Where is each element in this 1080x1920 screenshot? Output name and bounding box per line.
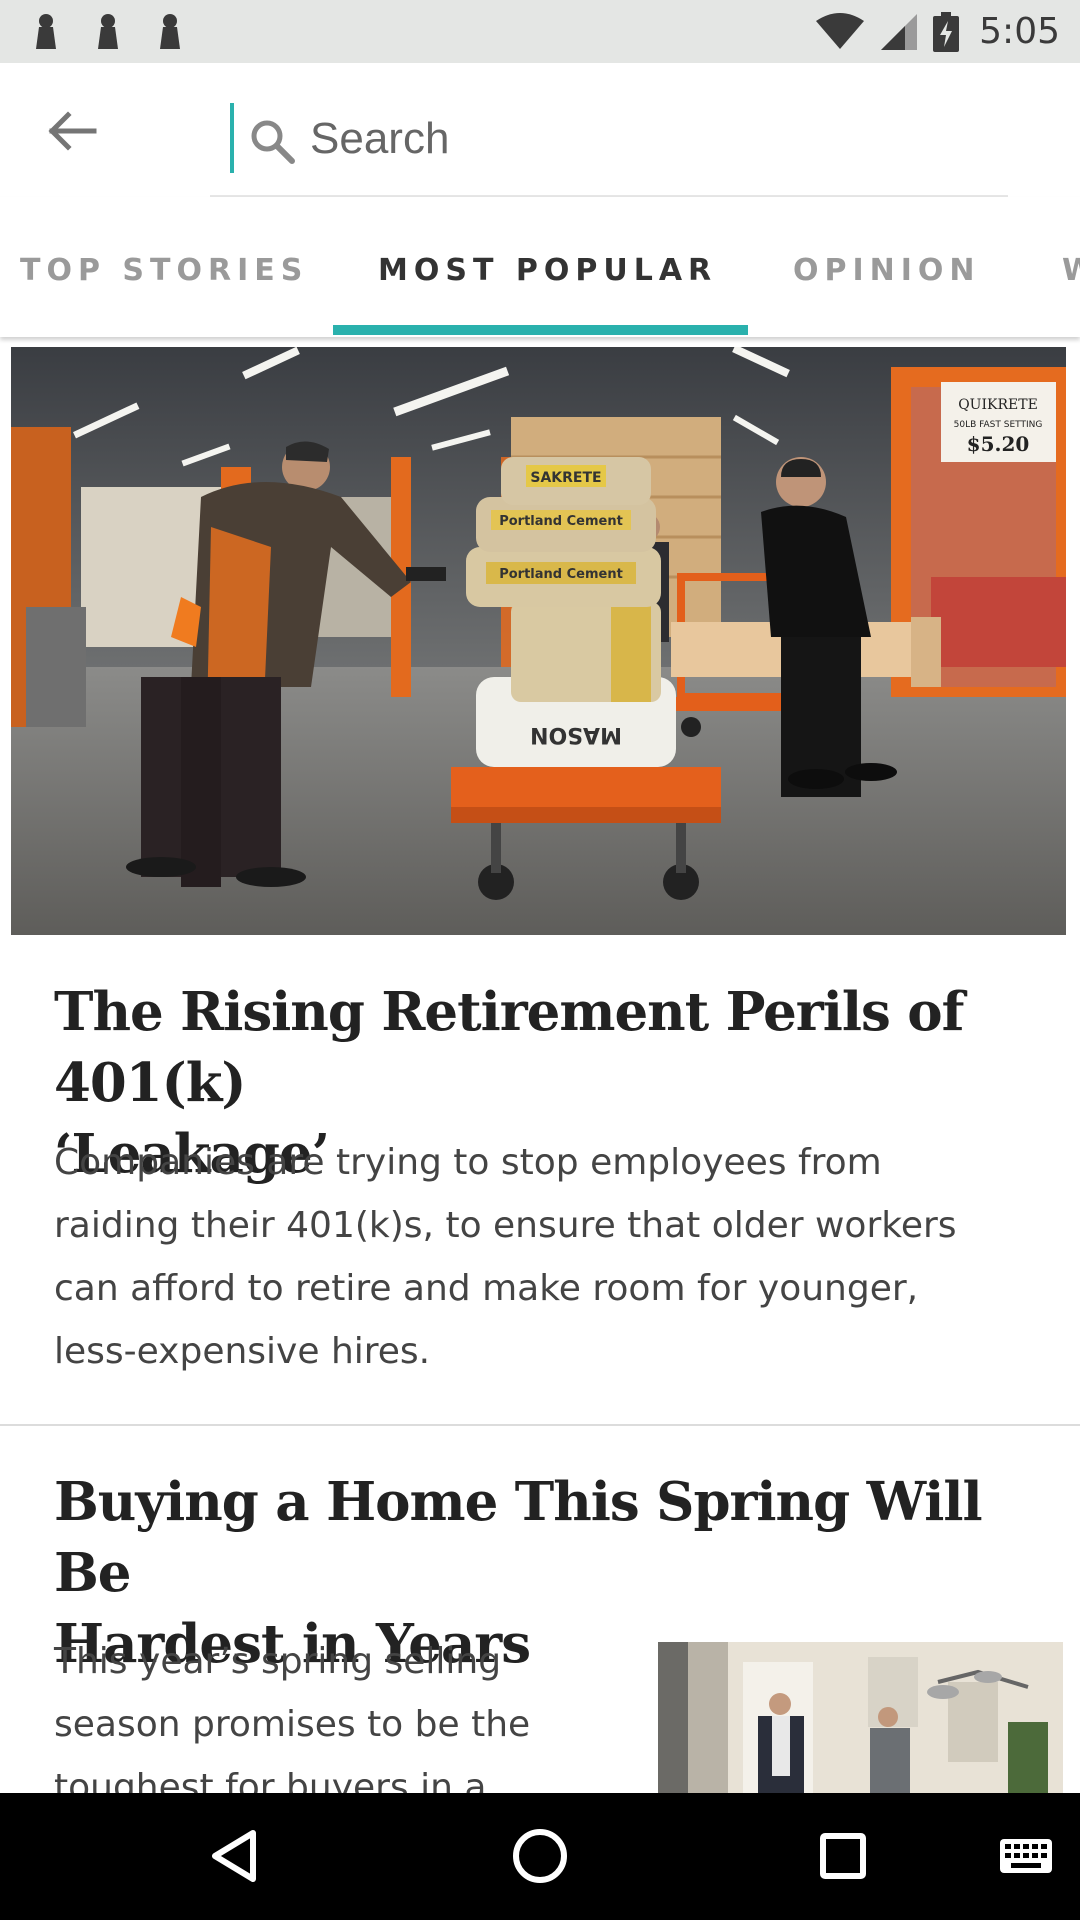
recents-square-icon bbox=[820, 1833, 866, 1879]
bag-2-label: Portland Cement bbox=[499, 514, 623, 529]
search-box[interactable] bbox=[210, 99, 1008, 197]
back-button[interactable] bbox=[46, 111, 100, 151]
active-tab-indicator bbox=[333, 325, 748, 335]
notification-icon bbox=[34, 13, 58, 51]
notification-icon bbox=[96, 13, 120, 51]
cellular-signal-icon bbox=[881, 13, 918, 50]
article-summary: Companies are trying to stop employees f… bbox=[54, 1131, 957, 1383]
search-input[interactable] bbox=[310, 107, 990, 171]
arrow-left-icon bbox=[48, 111, 97, 151]
home-circle-icon bbox=[513, 1829, 567, 1883]
search-icon bbox=[251, 120, 295, 164]
battery-charging-icon bbox=[933, 11, 960, 52]
system-status: 5:05 bbox=[815, 11, 1060, 52]
status-bar: 5:05 bbox=[0, 0, 1080, 63]
bag-1-label: SAKRETE bbox=[530, 470, 601, 486]
tab-opinion[interactable]: OPINION bbox=[793, 253, 981, 293]
search-header bbox=[0, 63, 1080, 197]
nav-recents-button[interactable] bbox=[810, 1823, 876, 1889]
notification-icons bbox=[34, 13, 182, 51]
summary-line: season promises to be the bbox=[54, 1704, 531, 1745]
article-divider bbox=[0, 1424, 1080, 1426]
headline-line: The Rising Retirement Perils of 401(k) bbox=[54, 981, 964, 1114]
notification-icon bbox=[158, 13, 182, 51]
tab-next-section[interactable]: W bbox=[1062, 253, 1080, 293]
summary-line: Companies are trying to stop employees f… bbox=[54, 1142, 882, 1183]
tab-top-stories[interactable]: TOP STORIES bbox=[20, 253, 308, 293]
wifi-icon bbox=[816, 12, 865, 49]
text-cursor bbox=[230, 103, 234, 173]
back-triangle-icon bbox=[212, 1830, 256, 1882]
nav-home-button[interactable] bbox=[507, 1823, 573, 1889]
article-feed[interactable]: QUIKRETE 50LB FAST SETTING $5.20 MASON P… bbox=[0, 337, 1080, 1793]
system-nav-bar bbox=[0, 1793, 1080, 1920]
nav-back-button[interactable] bbox=[203, 1823, 269, 1889]
sign-text: 50LB FAST SETTING bbox=[954, 420, 1043, 430]
summary-line: toughest for buyers in a bbox=[54, 1767, 487, 1793]
summary-line: raiding their 401(k)s, to ensure that ol… bbox=[54, 1205, 957, 1246]
tab-most-popular[interactable]: MOST POPULAR bbox=[378, 253, 717, 293]
bag-3-label: Portland Cement bbox=[499, 567, 623, 582]
sign-price: $5.20 bbox=[967, 432, 1030, 456]
headline-line: Buying a Home This Spring Will Be bbox=[54, 1471, 983, 1604]
article-image[interactable]: QUIKRETE 50LB FAST SETTING $5.20 MASON P… bbox=[11, 347, 1066, 935]
nav-keyboard-button[interactable] bbox=[996, 1823, 1056, 1889]
bag-4-label: MASON bbox=[530, 722, 622, 747]
keyboard-icon bbox=[1000, 1839, 1052, 1873]
article-thumbnail[interactable] bbox=[658, 1642, 1063, 1793]
summary-line: can afford to retire and make room for y… bbox=[54, 1268, 919, 1309]
summary-line: less-expensive hires. bbox=[54, 1331, 431, 1372]
sign-brand: QUIKRETE bbox=[958, 397, 1038, 413]
article-summary: This year’s spring selling season promis… bbox=[54, 1630, 530, 1793]
status-time: 5:05 bbox=[979, 11, 1060, 52]
summary-line: This year’s spring selling bbox=[54, 1641, 502, 1682]
section-tabs: TOP STORIES MOST POPULAR OPINION W bbox=[0, 197, 1080, 337]
